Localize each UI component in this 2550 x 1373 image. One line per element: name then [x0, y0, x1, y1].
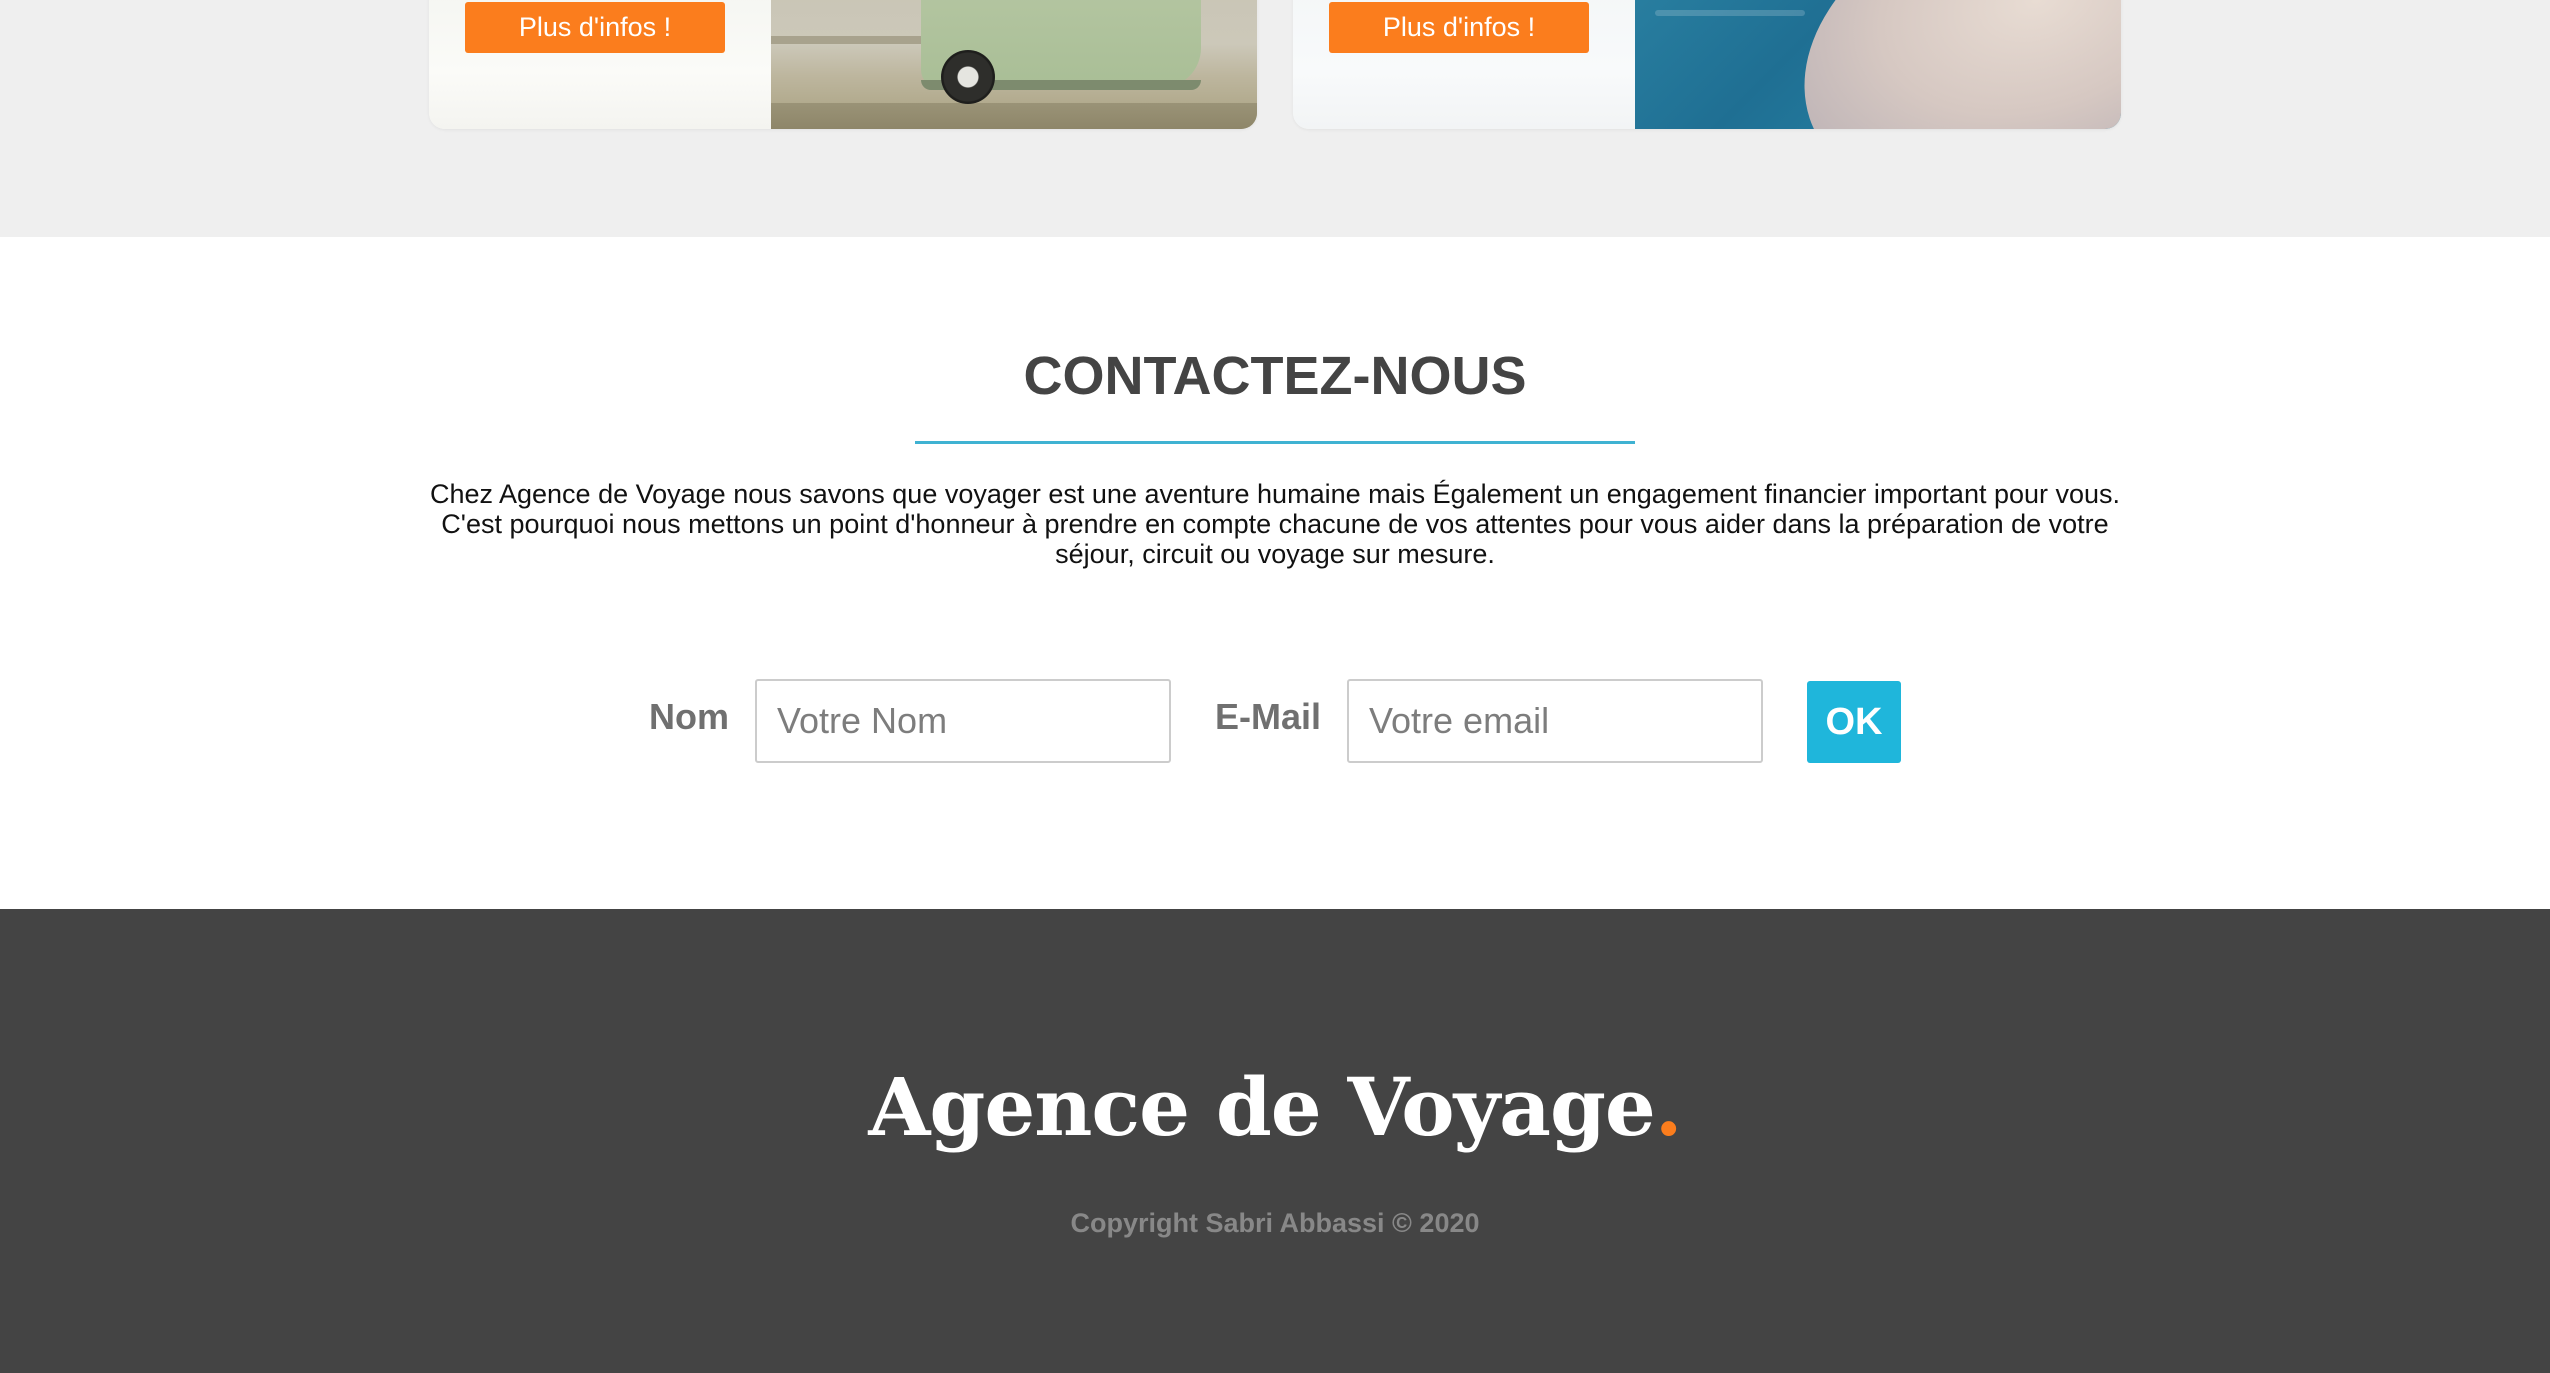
email-label: E-Mail — [1215, 696, 1322, 737]
name-label: Nom — [649, 696, 729, 737]
contact-section: CONTACTEZ-NOUS Chez Agence de Voyage nou… — [0, 237, 2550, 909]
footer-brand: Agence de Voyage. — [0, 1057, 2550, 1157]
image-detail — [771, 103, 1257, 129]
destinations-section: Plus d'infos ! Plus d'infos ! — [0, 0, 2550, 237]
title-underline — [915, 441, 1635, 444]
destination-card-text: Plus d'infos ! — [429, 0, 771, 129]
image-detail — [1655, 10, 1805, 16]
footer-copyright: Copyright Sabri Abbassi © 2020 — [1070, 1208, 1480, 1238]
destination-card: Plus d'infos ! — [429, 0, 1257, 129]
name-input[interactable] — [755, 679, 1171, 763]
submit-button[interactable]: OK — [1807, 681, 1901, 763]
destination-card-text: Plus d'infos ! — [1293, 0, 1635, 129]
destination-card-image — [771, 0, 1257, 129]
image-detail — [771, 36, 921, 44]
footer: Agence de Voyage. Copyright Sabri Abbass… — [0, 909, 2550, 1373]
contact-title: CONTACTEZ-NOUS — [1023, 346, 1527, 406]
destination-card: Plus d'infos ! — [1293, 0, 2121, 129]
more-info-button[interactable]: Plus d'infos ! — [1329, 2, 1589, 53]
footer-brand-dot: . — [1654, 1060, 1683, 1154]
contact-intro-text: Chez Agence de Voyage nous savons que vo… — [429, 479, 2121, 569]
footer-brand-text: Agence de Voyage — [868, 1060, 1655, 1154]
image-detail — [1762, 0, 2121, 129]
destination-card-image — [1635, 0, 2121, 129]
image-detail — [941, 50, 995, 104]
email-input[interactable] — [1347, 679, 1763, 763]
more-info-button[interactable]: Plus d'infos ! — [465, 2, 725, 53]
